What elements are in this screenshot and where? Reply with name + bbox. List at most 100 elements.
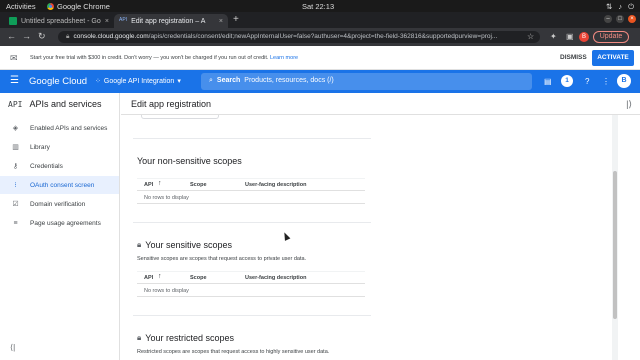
page-title: Edit app registration (131, 99, 212, 109)
clock[interactable]: Sat 22:13 (302, 2, 334, 11)
app-name: Google Chrome (57, 2, 110, 11)
more-vert-icon[interactable]: ⋮ (602, 77, 610, 86)
main-content: Edit app registration |⟩ Your non-sensit… (121, 93, 640, 360)
consent-icon: ⁝ (14, 182, 17, 189)
user-avatar[interactable]: B (617, 74, 631, 88)
new-tab-button[interactable]: + (233, 14, 239, 25)
column-scope[interactable]: Scope (190, 275, 207, 281)
project-name: Google API Integration (103, 77, 175, 85)
table-header: API ↑ Scope User-facing description (137, 271, 365, 284)
menu-icon[interactable]: ☰ (10, 75, 19, 86)
section-title-text: Your non-sensitive scopes (137, 156, 242, 166)
scopes-table: API ↑ Scope User-facing description No r… (137, 271, 365, 297)
maximize-icon[interactable]: □ (616, 15, 624, 23)
close-window-icon[interactable]: × (628, 15, 636, 23)
search-placeholder: Products, resources, docs (/) (244, 77, 334, 84)
sheets-icon (9, 17, 17, 25)
settings-list-icon: ≡ (13, 219, 18, 227)
diamond-icon: ◈ (12, 125, 19, 132)
api-favicon-icon: API (119, 17, 128, 23)
banner-text: Start your free trial with $300 in credi… (30, 55, 269, 61)
sidebar-item-credentials[interactable]: ⚷ Credentials (0, 157, 119, 175)
tab-close-icon[interactable]: × (105, 18, 109, 25)
section-title: Your non-sensitive scopes (137, 156, 242, 166)
form-scroll-area[interactable]: Your non-sensitive scopes API ↑ Scope Us… (121, 115, 621, 360)
api-icon: API (8, 99, 23, 109)
free-trial-banner: ✉ Start your free trial with $300 in cre… (0, 46, 640, 70)
forward-icon[interactable]: → (22, 31, 31, 41)
tab-spreadsheet[interactable]: Untitled spreadsheet - Go × (4, 14, 114, 28)
project-icon: ⁘ (95, 78, 101, 85)
tab-edit-app-registration[interactable]: API Edit app registration – A × (114, 14, 228, 28)
sort-arrow-icon[interactable]: ↑ (158, 180, 162, 187)
chrome-icon (47, 3, 54, 10)
activities-button[interactable]: Activities (6, 2, 36, 11)
minimize-icon[interactable]: – (604, 15, 612, 23)
lock-icon: 🔒︎ (137, 240, 142, 249)
divider (133, 222, 371, 223)
sidebar-item-label: Domain verification (30, 200, 86, 208)
google-cloud-logo[interactable]: Google Cloud (29, 76, 87, 87)
sort-arrow-icon[interactable]: ↑ (158, 273, 162, 280)
dismiss-button[interactable]: DISMISS (560, 54, 587, 61)
section-description: Sensitive scopes are scopes that request… (137, 256, 307, 262)
collapse-sidebar-icon[interactable]: ⟨| (10, 343, 15, 352)
page-header: Edit app registration |⟩ (121, 93, 640, 115)
extensions-icon[interactable]: ✦ (550, 32, 557, 41)
checkbox-icon: ☑ (12, 201, 19, 208)
divider (133, 315, 371, 316)
sidebar-item-oauth-consent[interactable]: ⁝ OAuth consent screen (0, 176, 119, 194)
address-bar[interactable]: 🔒︎ console.cloud.google.com/apis/credenti… (58, 31, 540, 43)
system-tray[interactable]: ⇅ ♪ ⏻ (606, 2, 634, 12)
sidebar: API APIs and services ◈ Enabled APIs and… (0, 93, 120, 360)
url-host: console.cloud.google.com (73, 33, 149, 40)
empty-row: No rows to display (137, 191, 365, 204)
section-title-text: Your restricted scopes (145, 333, 234, 343)
lock-icon: 🔒︎ (137, 333, 142, 342)
divider (133, 138, 371, 139)
column-api[interactable]: API (144, 275, 153, 281)
sidebar-item-library[interactable]: ▥ Library (0, 138, 119, 156)
profile-avatar[interactable]: B (579, 32, 589, 42)
column-description[interactable]: User-facing description (245, 182, 306, 188)
search-bar[interactable]: ⌕ Search Products, resources, docs (/) (201, 73, 532, 90)
column-description[interactable]: User-facing description (245, 275, 306, 281)
update-button[interactable]: Update (593, 31, 629, 43)
notifications-badge[interactable]: 1 (561, 75, 573, 87)
section-title-text: Your sensitive scopes (145, 240, 232, 250)
tab-title: Untitled spreadsheet - Go (21, 17, 101, 25)
app-menu[interactable]: Google Chrome (47, 2, 110, 11)
sidebar-item-domain-verification[interactable]: ☑ Domain verification (0, 195, 119, 213)
activate-button[interactable]: ACTIVATE (592, 50, 634, 66)
browser-toolbar: ← → ↻ 🔒︎ console.cloud.google.com/apis/cr… (0, 28, 640, 46)
reload-icon[interactable]: ↻ (38, 31, 46, 42)
key-icon: ⚷ (12, 163, 19, 170)
scopes-table: API ↑ Scope User-facing description No r… (137, 178, 365, 204)
sidepanel-icon[interactable]: ▣ (566, 32, 574, 41)
add-scopes-button[interactable] (141, 115, 219, 119)
sidebar-item-label: Credentials (30, 162, 63, 170)
search-icon: ⌕ (209, 77, 213, 84)
empty-row: No rows to display (137, 284, 365, 297)
tab-title: Edit app registration – A (131, 17, 206, 25)
library-icon: ▥ (12, 144, 19, 151)
search-label: Search (216, 77, 241, 84)
tab-close-icon[interactable]: × (219, 18, 223, 25)
table-header: API ↑ Scope User-facing description (137, 178, 365, 191)
sidebar-item-enabled-apis[interactable]: ◈ Enabled APIs and services (0, 119, 119, 137)
project-picker[interactable]: ⁘ Google API Integration ▾ (95, 77, 181, 86)
sidebar-item-page-usage[interactable]: ≡ Page usage agreements (0, 214, 119, 232)
column-api[interactable]: API (144, 182, 153, 188)
star-icon[interactable]: ☆ (527, 32, 534, 41)
sidebar-item-label: Enabled APIs and services (30, 124, 108, 132)
collapse-panel-icon[interactable]: |⟩ (626, 99, 632, 110)
back-icon[interactable]: ← (7, 31, 16, 41)
learn-more-link[interactable]: Learn more (270, 55, 298, 61)
lock-icon: 🔒︎ (66, 33, 70, 40)
column-scope[interactable]: Scope (190, 182, 207, 188)
sidebar-item-label: Page usage agreements (30, 219, 101, 227)
cloud-shell-icon[interactable]: ▤ (544, 77, 552, 86)
section-title: 🔒︎ Your sensitive scopes (137, 240, 232, 250)
scrollbar-thumb[interactable] (613, 171, 617, 319)
help-icon[interactable]: ? (585, 77, 589, 86)
